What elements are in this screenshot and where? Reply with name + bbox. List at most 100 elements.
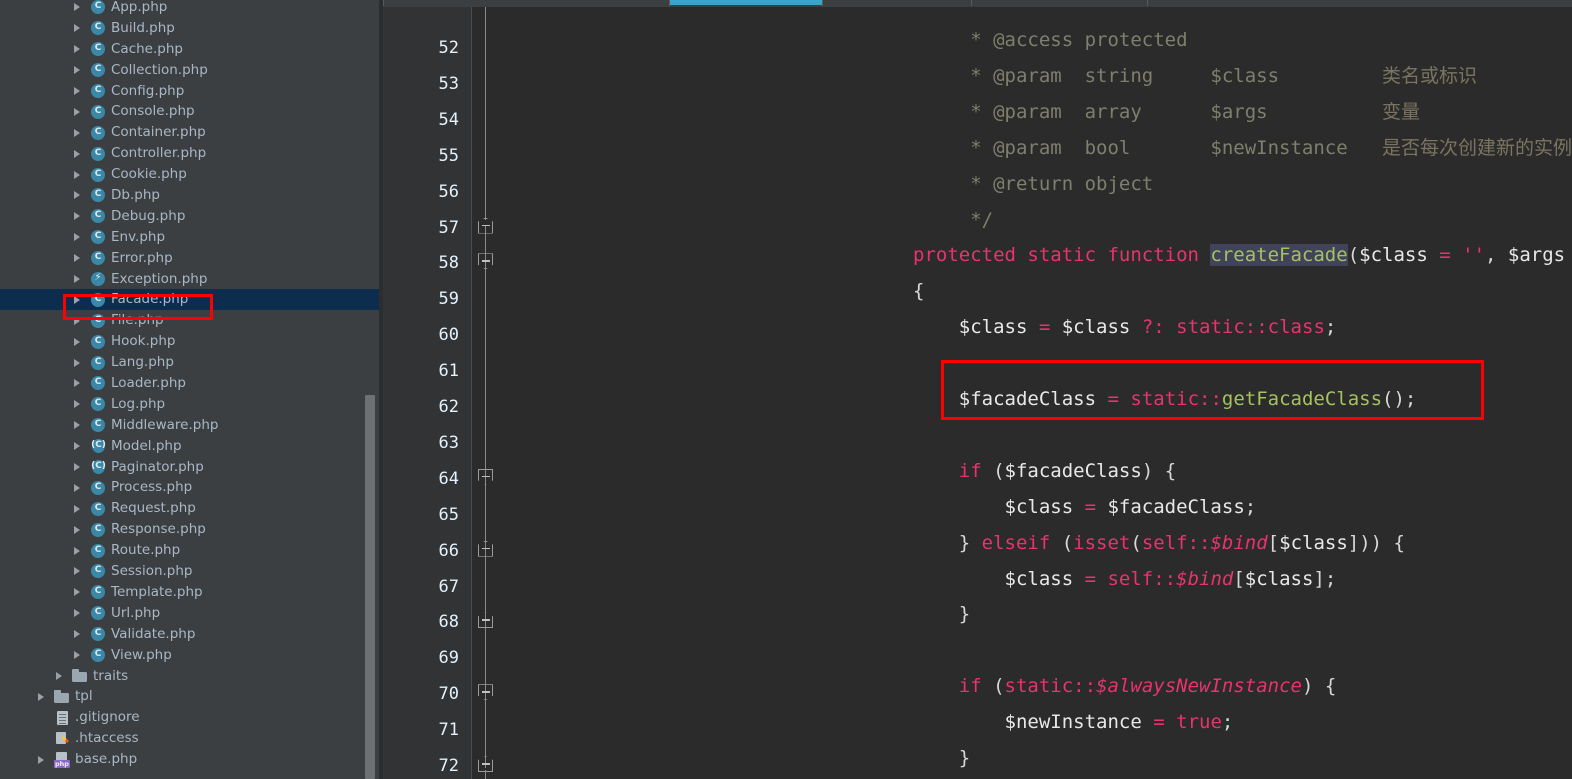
tree-item-facade-php[interactable]: Facade.php	[0, 289, 383, 311]
code-line[interactable]: if (static::$alwaysNewInstance) {	[913, 674, 1337, 698]
expand-arrow-icon[interactable]	[72, 523, 85, 536]
code-line[interactable]: $facadeClass = static::getFacadeClass();	[913, 387, 1417, 411]
tree-item-template-php[interactable]: Template.php	[0, 582, 383, 603]
tree-item-lang-php[interactable]: Lang.php	[0, 352, 383, 373]
tree-item-db-php[interactable]: Db.php	[0, 185, 383, 206]
tree-item-collection-php[interactable]: Collection.php	[0, 60, 383, 81]
expand-arrow-icon[interactable]	[72, 649, 85, 662]
tree-item-view-php[interactable]: View.php	[0, 645, 383, 666]
code-line[interactable]: * @param bool $newInstance 是否每次创建新的实例	[913, 136, 1572, 160]
expand-arrow-icon[interactable]	[72, 43, 85, 56]
expand-arrow-icon[interactable]	[72, 544, 85, 557]
expand-arrow-icon[interactable]	[72, 440, 85, 453]
active-tab-indicator[interactable]	[670, 0, 822, 5]
code-line[interactable]: $class = $facadeClass;	[913, 495, 1257, 519]
tree-item-cache-php[interactable]: Cache.php	[0, 39, 383, 60]
editor-tab-bar[interactable]	[383, 0, 1572, 7]
project-tree-panel[interactable]: App.php Build.php Cache.php Collection.php C…	[0, 0, 383, 779]
tree-item-paginator-php[interactable]: Paginator.php	[0, 457, 383, 478]
tree-item-url-php[interactable]: Url.php	[0, 603, 383, 624]
code-line[interactable]: } elseif (isset(self::$bind[$class])) {	[913, 531, 1405, 555]
tree-item-request-php[interactable]: Request.php	[0, 498, 383, 519]
tree-item-error-php[interactable]: Error.php	[0, 248, 383, 269]
tree-item-session-php[interactable]: Session.php	[0, 561, 383, 582]
expand-arrow-icon[interactable]	[72, 273, 85, 286]
expand-arrow-icon[interactable]	[72, 22, 85, 35]
expand-arrow-icon[interactable]	[36, 753, 49, 766]
expand-arrow-icon[interactable]	[72, 64, 85, 77]
tree-item-hook-php[interactable]: Hook.php	[0, 331, 383, 352]
tree-item-traits[interactable]: traits	[0, 666, 383, 687]
code-line[interactable]: if ($facadeClass) {	[913, 459, 1176, 483]
tree-item--htaccess[interactable]: .htaccess	[0, 728, 383, 749]
expand-arrow-icon[interactable]	[72, 377, 85, 390]
tree-item-console-php[interactable]: Console.php	[0, 101, 383, 122]
expand-arrow-icon[interactable]	[72, 189, 85, 202]
tree-item-cookie-php[interactable]: Cookie.php	[0, 164, 383, 185]
code-line[interactable]: * @param array $args 变量	[913, 100, 1420, 124]
tree-item-container-php[interactable]: Container.php	[0, 122, 383, 143]
tree-item-tpl[interactable]: tpl	[0, 686, 383, 707]
tree-item-model-php[interactable]: Model.php	[0, 436, 383, 457]
fold-close-icon[interactable]	[478, 468, 493, 485]
code-line[interactable]: {	[913, 279, 924, 303]
fold-open-icon[interactable]	[478, 217, 493, 234]
tree-item-config-php[interactable]: Config.php	[0, 81, 383, 102]
code-line[interactable]: $class = self::$bind[$class];	[913, 567, 1337, 591]
expand-arrow-icon[interactable]	[72, 252, 85, 265]
tree-item-base-php[interactable]: base.php	[0, 749, 383, 770]
project-tree-list[interactable]: App.php Build.php Cache.php Collection.php C…	[0, 0, 383, 770]
tree-item-app-php[interactable]: App.php	[0, 0, 383, 18]
expand-arrow-icon[interactable]	[72, 314, 85, 327]
fold-close-icon[interactable]	[478, 684, 493, 701]
expand-arrow-icon[interactable]	[72, 85, 85, 98]
code-line[interactable]: * @param string $class 类名或标识	[913, 64, 1477, 88]
tree-item-debug-php[interactable]: Debug.php	[0, 206, 383, 227]
tree-item-response-php[interactable]: Response.php	[0, 519, 383, 540]
tree-item-env-php[interactable]: Env.php	[0, 227, 383, 248]
code-line[interactable]: $newInstance = true;	[913, 710, 1234, 734]
expand-arrow-icon[interactable]	[72, 481, 85, 494]
code-line[interactable]: }	[913, 602, 970, 626]
tree-item-log-php[interactable]: Log.php	[0, 394, 383, 415]
expand-arrow-icon[interactable]	[72, 628, 85, 641]
expand-arrow-icon[interactable]	[72, 565, 85, 578]
code-line[interactable]: * @access protected	[913, 28, 1187, 52]
code-line[interactable]: * @return object	[913, 172, 1153, 196]
expand-arrow-icon[interactable]	[72, 231, 85, 244]
tree-item-validate-php[interactable]: Validate.php	[0, 624, 383, 645]
expand-arrow-icon[interactable]	[72, 502, 85, 515]
code-editor-panel[interactable]: 52 53 54 55 56 57 58 59 60 61 62 63 64 65 66 67 68 69 70 71…	[383, 0, 1572, 779]
expand-arrow-icon[interactable]	[72, 607, 85, 620]
expand-arrow-icon[interactable]	[72, 210, 85, 223]
tree-item-middleware-php[interactable]: Middleware.php	[0, 415, 383, 436]
expand-arrow-icon[interactable]	[72, 356, 85, 369]
expand-arrow-icon[interactable]	[72, 293, 85, 306]
expand-arrow-icon[interactable]	[36, 690, 49, 703]
sidebar-scrollbar-thumb[interactable]	[365, 395, 375, 779]
code-folding-gutter[interactable]	[472, 7, 500, 779]
tree-item-loader-php[interactable]: Loader.php	[0, 373, 383, 394]
expand-arrow-icon[interactable]	[72, 419, 85, 432]
code-line[interactable]: protected static function createFacade($…	[913, 243, 1572, 267]
fold-open-icon[interactable]	[478, 540, 493, 557]
expand-arrow-icon[interactable]	[72, 335, 85, 348]
expand-arrow-icon[interactable]	[72, 147, 85, 160]
code-line[interactable]: $class = $class ?: static::class;	[913, 315, 1337, 339]
tree-item--gitignore[interactable]: .gitignore	[0, 707, 383, 728]
tree-item-route-php[interactable]: Route.php	[0, 540, 383, 561]
expand-arrow-icon[interactable]	[72, 105, 85, 118]
tree-item-exception-php[interactable]: Exception.php	[0, 269, 383, 290]
expand-arrow-icon[interactable]	[72, 168, 85, 181]
expand-arrow-icon[interactable]	[72, 461, 85, 474]
expand-arrow-icon[interactable]	[72, 398, 85, 411]
tree-item-build-php[interactable]: Build.php	[0, 18, 383, 39]
expand-arrow-icon[interactable]	[54, 669, 67, 682]
sidebar-scrollbar-track[interactable]	[365, 0, 379, 779]
fold-close-icon[interactable]	[478, 253, 493, 270]
expand-arrow-icon[interactable]	[72, 126, 85, 139]
tree-item-process-php[interactable]: Process.php	[0, 477, 383, 498]
expand-arrow-icon[interactable]	[72, 586, 85, 599]
tree-item-file-php[interactable]: File.php	[0, 310, 383, 331]
line-number-gutter[interactable]: 52 53 54 55 56 57 58 59 60 61 62 63 64 65 66 67 68 69 70 71…	[383, 7, 471, 779]
